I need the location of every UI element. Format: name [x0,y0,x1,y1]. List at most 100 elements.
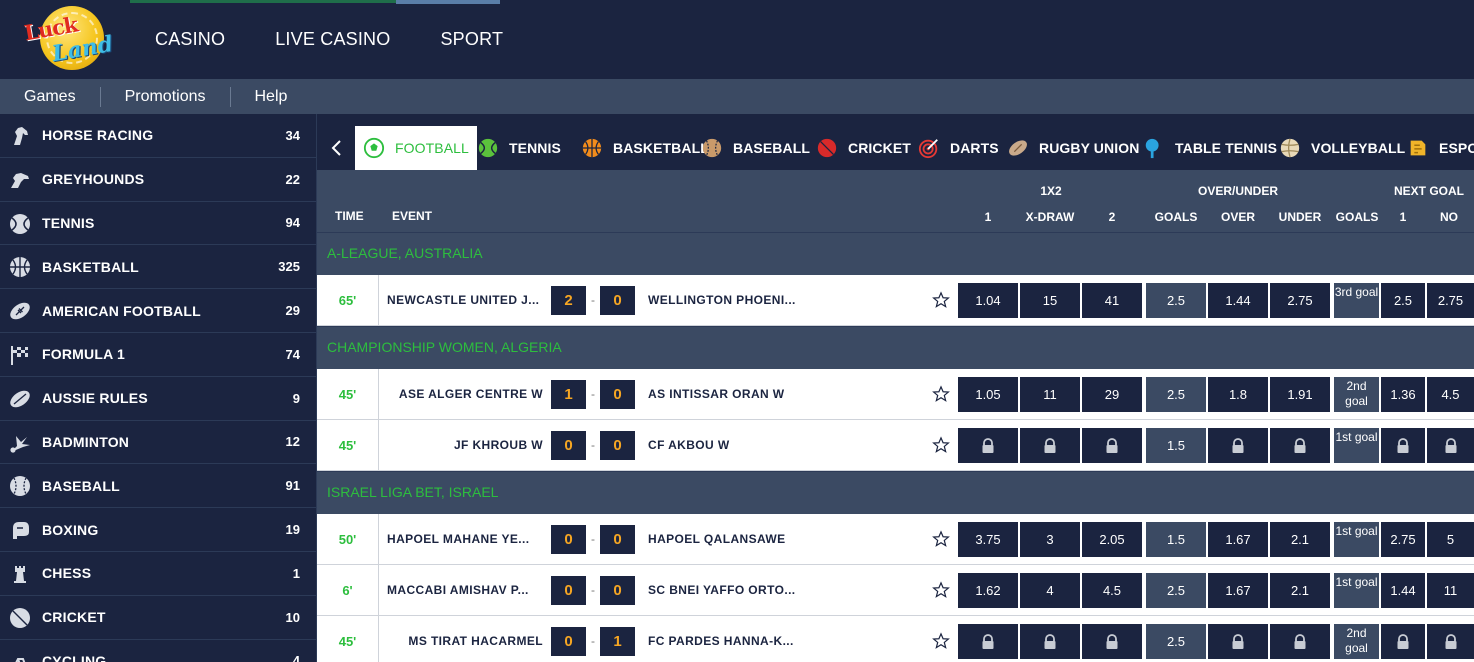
league-header[interactable]: A-LEAGUE, AUSTRALIA [317,232,1474,275]
odds-button[interactable]: 2.1 [1270,573,1330,608]
sidebar-item-badminton[interactable]: BADMINTON 12 [0,421,316,465]
odds-button[interactable]: 11 [1427,573,1474,608]
odds-button[interactable]: 1.36 [1381,377,1425,412]
league-header[interactable]: CHAMPIONSHIP WOMEN, ALGERIA [317,326,1474,369]
odds-button[interactable]: 1.67 [1208,522,1268,557]
sidebar-item-cricket[interactable]: CRICKET 10 [0,596,316,640]
next-goal-label: 1st goal [1334,573,1379,608]
away-team[interactable]: SC BNEI YAFFO ORTO... [648,565,798,616]
tab-darts[interactable]: DARTS [910,126,1007,170]
col-next-goal-1: 1 [1399,210,1407,224]
star-favorite-icon[interactable] [932,581,950,599]
odds-button[interactable]: 4.5 [1082,573,1142,608]
sidebar-item-cycling[interactable]: CYCLING 4 [0,640,316,662]
odds-button[interactable]: 1.8 [1208,377,1268,412]
star-favorite-icon[interactable] [932,385,950,403]
sidebar-item-formula-1[interactable]: FORMULA 1 74 [0,333,316,377]
away-team[interactable]: WELLINGTON PHOENI... [648,275,798,326]
odds-button[interactable]: 1.91 [1270,377,1330,412]
odds-button[interactable]: 5 [1427,522,1474,557]
tab-football[interactable]: FOOTBALL [355,126,477,170]
odds-button[interactable]: 2.5 [1146,377,1206,412]
away-team[interactable]: CF AKBOU W [648,420,798,471]
odds-button[interactable]: 2.1 [1270,522,1330,557]
sidebar-item-baseball[interactable]: BASEBALL 91 [0,464,316,509]
home-team[interactable]: HAPOEL MAHANE YE... [387,514,543,565]
subnav-promotions[interactable]: Promotions [101,86,231,107]
subnav-games[interactable]: Games [0,86,101,107]
odds-button[interactable]: 2.5 [1381,283,1425,318]
odds-button[interactable]: 2.75 [1427,283,1474,318]
odds-button[interactable]: 2.75 [1381,522,1425,557]
odds-button[interactable]: 2.75 [1270,283,1330,318]
match-row[interactable]: 45' MS TIRAT HACARMEL 0-1 FC PARDES HANNA-K… [317,616,1474,662]
away-team[interactable]: FC PARDES HANNA-K... [648,616,798,662]
odds-button[interactable]: 3.75 [958,522,1018,557]
odds-button[interactable]: 29 [1082,377,1142,412]
odds-button[interactable]: 1.5 [1146,522,1206,557]
nav-sport[interactable]: SPORT [440,29,503,50]
match-row[interactable]: 45' JF KHROUB W 0-0 CF AKBOU W 1.5 1st goal [317,420,1474,471]
odds-button[interactable]: 1.44 [1381,573,1425,608]
home-team[interactable]: NEWCASTLE UNITED J... [387,275,543,326]
tab-tennis[interactable]: TENNIS [469,126,569,170]
sidebar-item-basketball[interactable]: BASKETBALL 325 [0,245,316,290]
away-team[interactable]: HAPOEL QALANSAWE [648,514,798,565]
score-separator: - [591,634,595,648]
home-team[interactable]: ASE ALGER CENTRE W [387,369,543,420]
star-favorite-icon[interactable] [932,436,950,454]
sidebar-item-aussie-rules[interactable]: AUSSIE RULES 9 [0,377,316,421]
odds-button[interactable]: 3 [1020,522,1080,557]
league-header[interactable]: ISRAEL LIGA BET, ISRAEL [317,471,1474,514]
odds-button[interactable]: 41 [1082,283,1142,318]
home-team[interactable]: MACCABI AMISHAV P... [387,565,543,616]
tab-esports[interactable]: ESPORTS [1399,126,1474,170]
odds-button[interactable]: 11 [1020,377,1080,412]
tab-cricket[interactable]: CRICKET [808,126,919,170]
odds-button[interactable]: 2.5 [1146,624,1206,659]
tab-table-tennis[interactable]: TABLE TENNIS [1135,126,1285,170]
sidebar-item-greyhounds[interactable]: GREYHOUNDS 22 [0,158,316,202]
odds-button[interactable]: 1.44 [1208,283,1268,318]
star-favorite-icon[interactable] [932,632,950,650]
star-favorite-icon[interactable] [932,291,950,309]
tab-volleyball[interactable]: VOLLEYBALL [1271,126,1413,170]
chevron-left-icon[interactable] [327,138,347,158]
odds-button[interactable]: 4 [1020,573,1080,608]
sidebar-item-count: 91 [285,478,300,494]
sidebar-item-american-football[interactable]: AMERICAN FOOTBALL 29 [0,289,316,333]
lock-icon [1106,438,1118,453]
subnav-help[interactable]: Help [231,87,312,107]
lock-icon [1044,634,1056,649]
luckland-logo[interactable]: Luck Land [22,6,120,72]
odds-button[interactable]: 15 [1020,283,1080,318]
nav-live-casino[interactable]: LIVE CASINO [275,29,390,50]
sidebar-item-tennis[interactable]: TENNIS 94 [0,202,316,246]
col-group-1x2: 1X2 [1040,184,1062,198]
odds-button[interactable]: 1.04 [958,283,1018,318]
col-2: 2 [1108,210,1116,224]
nav-casino[interactable]: CASINO [155,29,225,50]
odds-button[interactable]: 1.62 [958,573,1018,608]
away-team[interactable]: AS INTISSAR ORAN W [648,369,798,420]
odds-button[interactable]: 2.5 [1146,573,1206,608]
odds-button[interactable]: 1.67 [1208,573,1268,608]
odds-button[interactable]: 2.05 [1082,522,1142,557]
home-team[interactable]: MS TIRAT HACARMEL [387,616,543,662]
sidebar-item-chess[interactable]: CHESS 1 [0,552,316,596]
match-row[interactable]: 65' NEWCASTLE UNITED J... 2-0 WELLINGTON PH… [317,275,1474,326]
match-row[interactable]: 50' HAPOEL MAHANE YE... 0-0 HAPOEL QALANSAW… [317,514,1474,565]
odds-button[interactable]: 4.5 [1427,377,1474,412]
odds-locked [958,428,1018,463]
odds-button[interactable]: 2.5 [1146,283,1206,318]
sidebar-item-boxing[interactable]: BOXING 19 [0,508,316,552]
tab-baseball[interactable]: BASEBALL [693,126,818,170]
odds-button[interactable]: 1.5 [1146,428,1206,463]
tab-rugby-union[interactable]: RUGBY UNION [999,126,1147,170]
sidebar-item-horse-racing[interactable]: HORSE RACING 34 [0,114,316,158]
home-team[interactable]: JF KHROUB W [387,420,543,471]
star-favorite-icon[interactable] [932,530,950,548]
match-row[interactable]: 6' MACCABI AMISHAV P... 0-0 SC BNEI YAFFO O… [317,565,1474,616]
odds-button[interactable]: 1.05 [958,377,1018,412]
match-row[interactable]: 45' ASE ALGER CENTRE W 1-0 AS INTISSAR ORAN… [317,369,1474,420]
